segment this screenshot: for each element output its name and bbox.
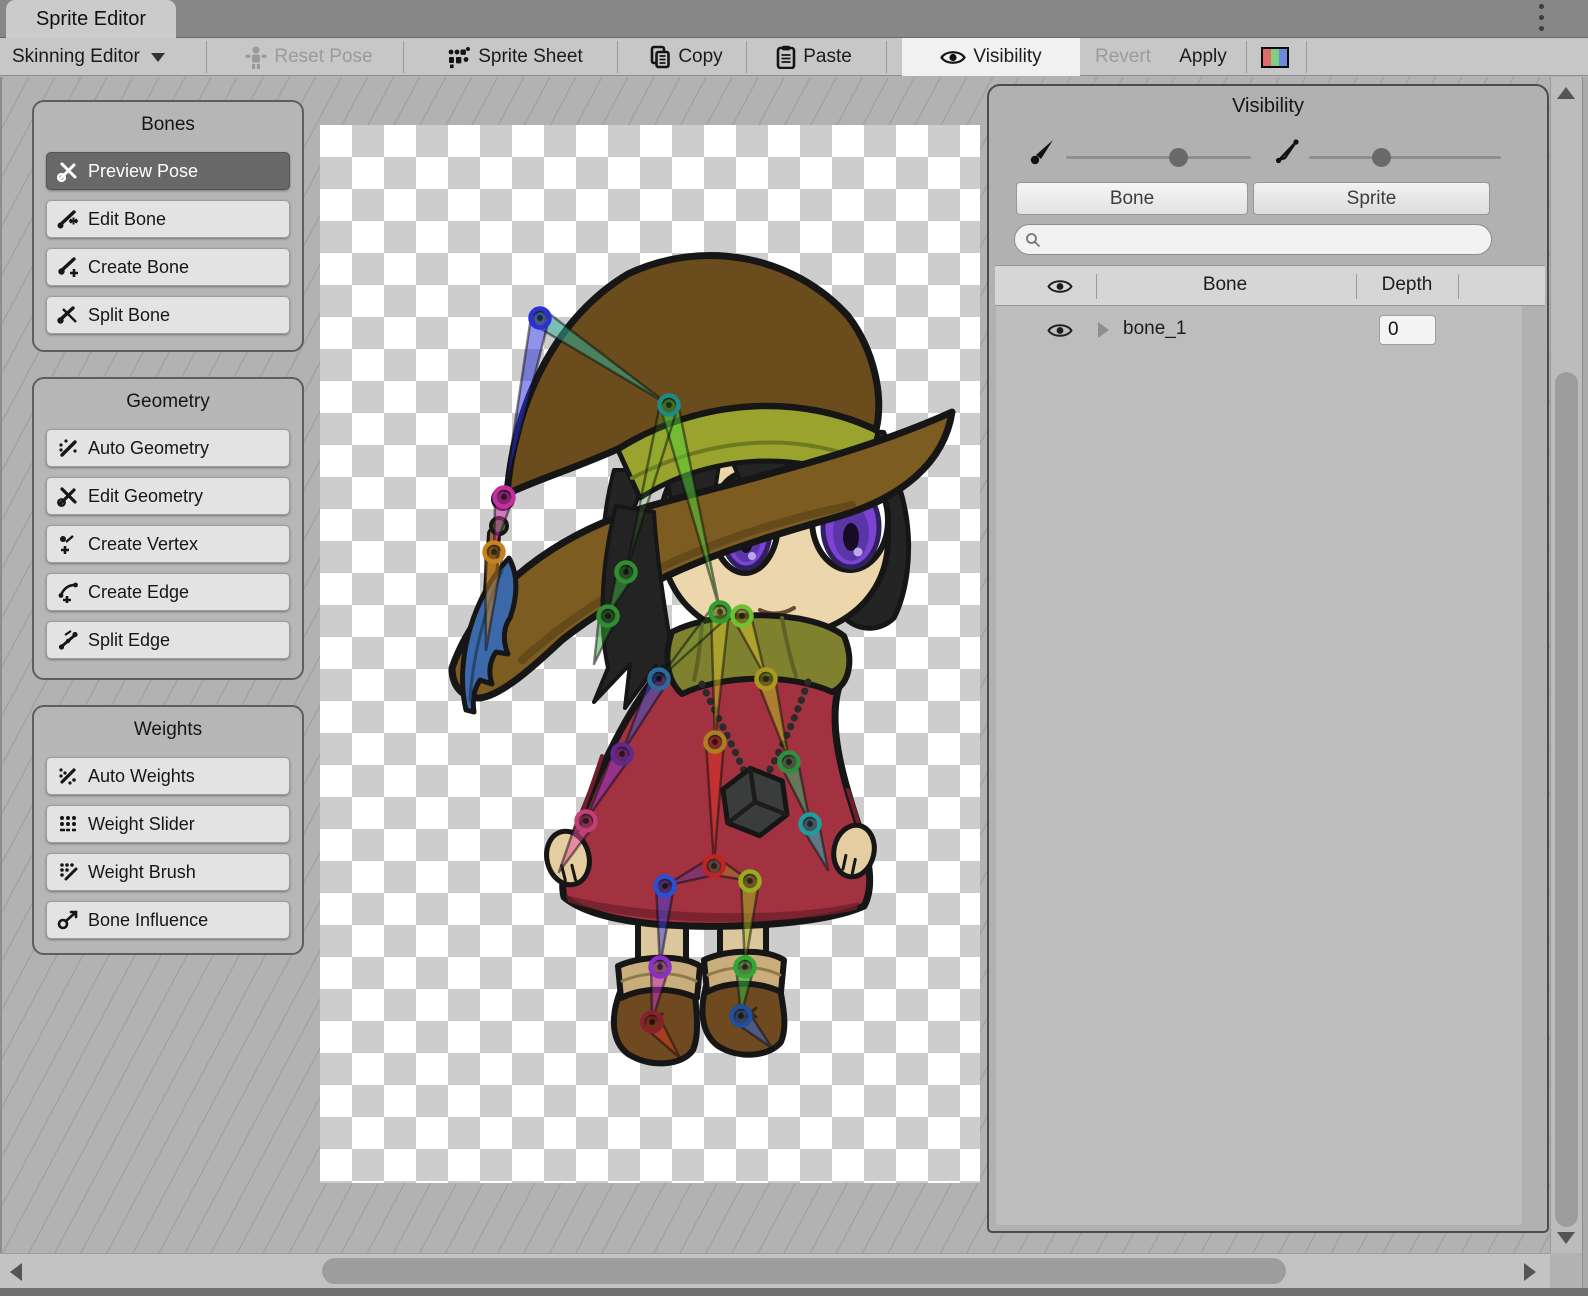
kebab-menu-icon[interactable]	[1534, 4, 1548, 34]
toolbar: Skinning Editor Reset Pose	[0, 38, 1588, 76]
toolbar-separator	[206, 41, 207, 73]
auto-weights-icon	[57, 765, 79, 787]
scroll-down-icon[interactable]	[1557, 1232, 1575, 1244]
copy-button[interactable]: Copy	[630, 38, 742, 76]
panel-title: Geometry	[46, 391, 290, 413]
split-bone-button[interactable]: Split Bone	[46, 296, 290, 334]
visibility-button[interactable]: Visibility	[902, 38, 1080, 76]
split-edge-icon	[57, 629, 79, 651]
panel-title: Bones	[46, 114, 290, 136]
search-icon	[1025, 232, 1041, 248]
apply-button[interactable]: Apply	[1164, 38, 1242, 76]
edit-geometry-button[interactable]: Edit Geometry	[46, 477, 290, 515]
sprite-editor-window: Sprite Editor Skinning Editor Reset Pose	[0, 0, 1588, 1296]
bone-influence-button[interactable]: Bone Influence	[46, 901, 290, 939]
edit-bone-icon	[57, 208, 79, 230]
depth-input[interactable]	[1379, 315, 1436, 345]
search-field[interactable]	[1014, 224, 1492, 255]
paste-icon	[776, 45, 796, 69]
bone-outline-icon	[1273, 138, 1301, 166]
panel-geometry: Geometry Auto Geometry Edit Geometry Cre…	[32, 377, 304, 680]
reset-pose-button[interactable]: Reset Pose	[218, 38, 400, 76]
toolbar-separator	[886, 41, 887, 73]
tab-sprite-editor[interactable]: Sprite Editor	[6, 0, 176, 38]
sprite-sheet-icon	[447, 45, 471, 69]
scroll-left-icon[interactable]	[10, 1263, 22, 1281]
panel-weights: Weights Auto Weights Weight Slider Weigh…	[32, 705, 304, 955]
auto-geometry-icon	[57, 437, 79, 459]
column-depth: Depth	[1367, 274, 1447, 296]
toolbar-separator	[1306, 41, 1307, 73]
paste-button[interactable]: Paste	[758, 38, 870, 76]
character-sprite	[320, 125, 980, 1183]
revert-button[interactable]: Revert	[1084, 38, 1162, 76]
column-bone: Bone	[1155, 274, 1295, 296]
vertical-scroll-thumb[interactable]	[1555, 372, 1578, 1227]
toolbar-separator	[617, 41, 618, 73]
toolbar-separator	[746, 41, 747, 73]
editor-area: Bones Preview Pose Edit Bone Create Bone…	[0, 77, 1550, 1253]
skinning-editor-dropdown[interactable]: Skinning Editor	[8, 38, 200, 76]
vertical-scrollbar[interactable]	[1550, 77, 1582, 1253]
tab-title: Sprite Editor	[36, 8, 146, 31]
sprite-opacity-knob[interactable]	[1372, 148, 1391, 167]
horizontal-scroll-thumb[interactable]	[322, 1258, 1286, 1284]
panel-title: Weights	[46, 719, 290, 741]
toolbar-separator	[403, 41, 404, 73]
search-input[interactable]	[1047, 229, 1481, 251]
split-edge-button[interactable]: Split Edge	[46, 621, 290, 659]
weight-brush-button[interactable]: Weight Brush	[46, 853, 290, 891]
create-edge-button[interactable]: Create Edge	[46, 573, 290, 611]
panel-bones: Bones Preview Pose Edit Bone Create Bone…	[32, 100, 304, 352]
create-bone-button[interactable]: Create Bone	[46, 248, 290, 286]
column-separator	[1096, 274, 1097, 299]
tab-sprite[interactable]: Sprite	[1253, 182, 1490, 215]
edit-geometry-icon	[57, 485, 79, 507]
bone-row-label: bone_1	[1123, 318, 1186, 340]
create-vertex-icon	[57, 533, 79, 555]
preview-pose-button[interactable]: Preview Pose	[46, 152, 290, 190]
column-separator	[1356, 274, 1357, 299]
reset-pose-icon	[245, 45, 267, 69]
expander-icon[interactable]	[1098, 322, 1109, 338]
create-edge-icon	[57, 581, 79, 603]
bone-influence-icon	[57, 909, 79, 931]
create-vertex-button[interactable]: Create Vertex	[46, 525, 290, 563]
weight-slider-icon	[57, 813, 79, 835]
create-bone-icon	[57, 256, 79, 278]
toolbar-separator	[1246, 41, 1247, 73]
column-separator	[1458, 274, 1459, 299]
scroll-up-icon[interactable]	[1557, 87, 1575, 99]
visibility-panel-title: Visibility	[989, 95, 1547, 118]
sprite-opacity-track[interactable]	[1309, 156, 1501, 159]
visibility-panel: Visibility Bone Sprite	[987, 84, 1549, 1233]
eye-icon[interactable]	[1047, 322, 1073, 339]
weight-brush-icon	[57, 861, 79, 883]
bone-filled-icon	[1029, 138, 1055, 166]
window-tab-strip: Sprite Editor	[0, 0, 1588, 38]
scroll-right-icon[interactable]	[1524, 1263, 1536, 1281]
edit-bone-button[interactable]: Edit Bone	[46, 200, 290, 238]
eye-icon[interactable]	[1047, 278, 1073, 295]
bone-row[interactable]: bone_1	[995, 307, 1545, 353]
bone-table-header: Bone Depth	[995, 265, 1545, 306]
window-bottom-edge	[0, 1288, 1588, 1296]
auto-geometry-button[interactable]: Auto Geometry	[46, 429, 290, 467]
bone-opacity-knob[interactable]	[1169, 148, 1188, 167]
color-mode-icon[interactable]	[1261, 47, 1289, 68]
sprite-canvas[interactable]	[320, 125, 980, 1183]
dropdown-arrow-icon	[151, 53, 165, 62]
weight-slider-button[interactable]: Weight Slider	[46, 805, 290, 843]
horizontal-scrollbar[interactable]	[0, 1253, 1550, 1288]
sprite-sheet-button[interactable]: Sprite Sheet	[416, 38, 614, 76]
tab-bone[interactable]: Bone	[1016, 182, 1248, 215]
eye-icon	[940, 49, 966, 66]
copy-icon	[649, 45, 671, 69]
bone-list-area	[996, 265, 1522, 1225]
split-bone-icon	[57, 304, 79, 326]
auto-weights-button[interactable]: Auto Weights	[46, 757, 290, 795]
bone-opacity-track[interactable]	[1066, 156, 1251, 159]
window-right-edge	[1582, 77, 1588, 1296]
preview-pose-icon	[57, 160, 79, 182]
